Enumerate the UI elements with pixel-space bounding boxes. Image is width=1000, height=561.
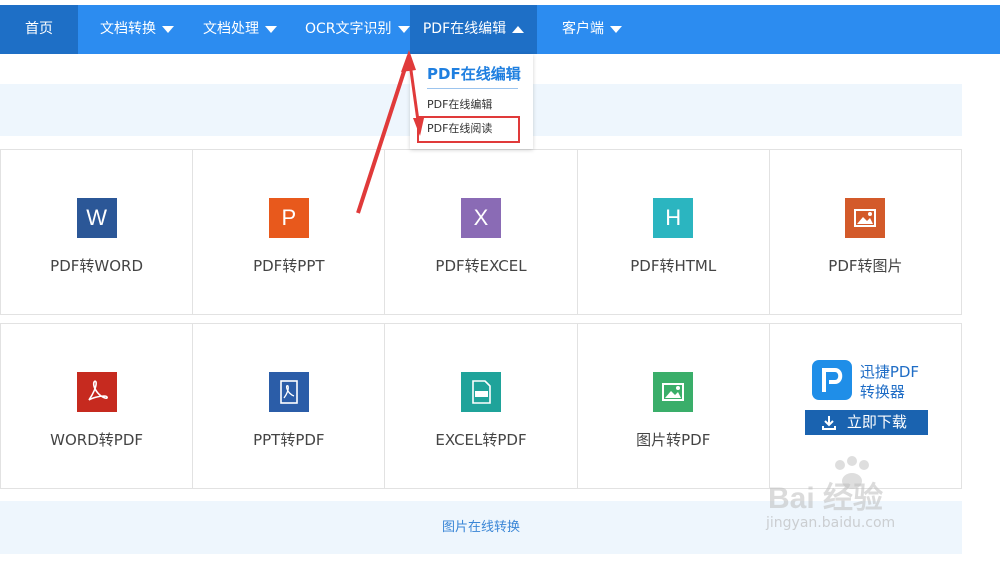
- tool-pdf-to-html[interactable]: H PDF转HTML: [578, 150, 770, 314]
- tool-label: PDF转WORD: [50, 257, 144, 275]
- nav-label: OCR文字识别: [305, 21, 392, 37]
- pdf-sheet-icon: [461, 372, 501, 412]
- word-icon: W: [76, 198, 117, 238]
- nav-label: 文档转换: [100, 21, 156, 37]
- dropdown-divider: [427, 88, 518, 89]
- tool-ppt-to-pdf[interactable]: PPT转PDF: [193, 324, 386, 488]
- annotation-highlight-box: [417, 116, 520, 143]
- baidu-jingyan-watermark: Bai 经验 jingyan.baidu.com: [760, 455, 960, 545]
- tool-image-to-pdf[interactable]: 图片转PDF: [578, 324, 770, 488]
- chevron-down-icon: [265, 25, 277, 33]
- excel-icon: X: [461, 198, 501, 238]
- tool-label: PDF转HTML: [630, 257, 717, 275]
- chevron-down-icon: [610, 25, 622, 33]
- picture-icon: [653, 372, 694, 412]
- acrobat-icon: [76, 372, 117, 412]
- chevron-down-icon: [397, 25, 410, 33]
- watermark-url: jingyan.baidu.com: [766, 515, 896, 531]
- tool-label: PDF转EXCEL: [435, 257, 527, 275]
- html-icon: H: [653, 198, 694, 238]
- promo-name-line2: 转换器: [859, 383, 905, 401]
- xunjie-logo-icon: [811, 360, 852, 400]
- promo-name-line1: 迅捷PDF: [859, 363, 920, 381]
- promo-product-name: 迅捷PDF 转换器: [860, 362, 919, 402]
- tool-label: PPT转PDF: [253, 431, 325, 449]
- tool-label: PDF转PPT: [253, 257, 325, 275]
- top-nav: 首页 文档转换 文档处理 OCR文字识别 PDF在线编辑 客户端: [0, 5, 1000, 54]
- tool-excel-to-pdf[interactable]: EXCEL转PDF: [385, 324, 578, 488]
- chevron-down-icon: [162, 25, 174, 33]
- nav-doc-convert[interactable]: 文档转换: [100, 5, 174, 54]
- chevron-up-icon: [512, 25, 525, 33]
- pdf-file-icon: [268, 372, 309, 412]
- download-icon: [821, 416, 836, 430]
- tool-label: WORD转PDF: [50, 431, 144, 449]
- tool-pdf-to-excel[interactable]: X PDF转EXCEL: [385, 150, 578, 314]
- watermark-brand: Bai 经验: [768, 482, 884, 515]
- tool-pdf-to-ppt[interactable]: P PDF转PPT: [193, 150, 386, 314]
- image-convert-label: 图片在线转换: [441, 520, 520, 535]
- tool-grid-row-1: W PDF转WORD P PDF转PPT X PDF转EXCEL H PDF转H…: [0, 149, 962, 315]
- nav-pdf-edit[interactable]: PDF在线编辑: [410, 5, 537, 54]
- nav-label: 文档处理: [203, 21, 259, 37]
- tool-pdf-to-image[interactable]: PDF转图片: [770, 150, 961, 314]
- image-icon: [845, 198, 886, 238]
- tool-label: PDF转图片: [828, 257, 903, 275]
- nav-home[interactable]: 首页: [0, 5, 78, 54]
- tool-pdf-to-word[interactable]: W PDF转WORD: [1, 150, 194, 314]
- ppt-icon: P: [268, 198, 309, 238]
- nav-label: 客户端: [562, 21, 604, 37]
- tool-word-to-pdf[interactable]: WORD转PDF: [1, 324, 194, 488]
- pdf-edit-dropdown: PDF在线编辑 PDF在线编辑 PDF在线阅读: [410, 54, 533, 149]
- menu-item-pdf-online-edit[interactable]: PDF在线编辑: [427, 96, 492, 112]
- nav-doc-process[interactable]: 文档处理: [203, 5, 277, 54]
- nav-ocr[interactable]: OCR文字识别: [305, 5, 410, 54]
- tool-label: 图片转PDF: [636, 431, 711, 449]
- nav-client[interactable]: 客户端: [562, 5, 622, 54]
- nav-label: PDF在线编辑: [422, 21, 507, 37]
- dropdown-title: PDF在线编辑: [427, 65, 521, 83]
- download-label: 立即下载: [846, 413, 907, 431]
- download-button[interactable]: 立即下载: [804, 410, 928, 435]
- tool-label: EXCEL转PDF: [435, 431, 527, 449]
